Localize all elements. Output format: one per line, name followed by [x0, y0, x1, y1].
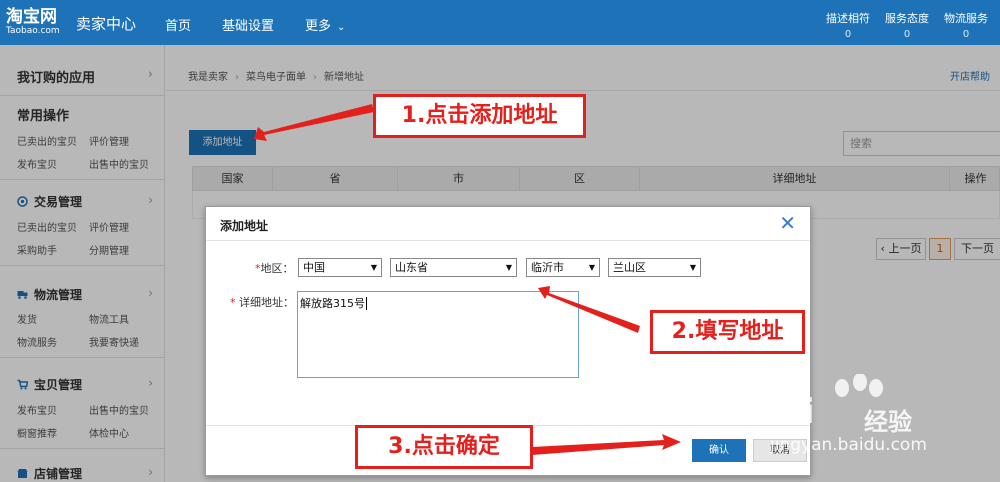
- region-label: *地区：: [255, 260, 294, 276]
- baidu-watermark: Bai 经验 jingyan.baidu.com: [752, 374, 998, 478]
- chevron-down-icon: ⌄: [337, 22, 346, 33]
- dropdown-arrow-icon: ▼: [689, 263, 696, 272]
- top-bar: 淘宝网 Taobao.com 卖家中心 首页 基础设置 更多 ⌄ 描述相符 0 服…: [0, 0, 1000, 45]
- app-title[interactable]: 卖家中心: [76, 13, 136, 34]
- watermark-brand2: 经验: [864, 408, 912, 436]
- district-value: 兰山区: [613, 261, 646, 274]
- region-label-text: 地区：: [260, 262, 294, 275]
- text-cursor: [366, 297, 367, 310]
- dropdown-arrow-icon: ▼: [588, 263, 595, 272]
- metric-description: 描述相符 0: [820, 10, 876, 40]
- dialog-title: 添加地址: [220, 219, 269, 233]
- metric-label: 服务态度: [885, 12, 929, 25]
- annotation-step1: 1.点击添加地址: [373, 94, 586, 138]
- annotation-step2: 2.填写地址: [650, 310, 805, 354]
- city-select[interactable]: 临沂市 ▼: [526, 258, 600, 277]
- country-select[interactable]: 中国 ▼: [298, 258, 382, 277]
- close-icon[interactable]: ✕: [779, 211, 796, 235]
- metric-logistics: 物流服务 0: [938, 10, 994, 40]
- city-value: 临沂市: [531, 261, 564, 274]
- nav-home[interactable]: 首页: [165, 15, 191, 34]
- logo-main-text: 淘宝网: [6, 7, 57, 27]
- nav-more[interactable]: 更多 ⌄: [305, 15, 345, 34]
- dropdown-arrow-icon: ▼: [370, 263, 377, 272]
- nav-basic-settings[interactable]: 基础设置: [222, 15, 274, 34]
- detail-address-value: 解放路315号: [300, 297, 365, 310]
- district-select[interactable]: 兰山区 ▼: [608, 258, 701, 277]
- metric-value: 0: [903, 29, 911, 40]
- dropdown-arrow-icon: ▼: [505, 263, 512, 272]
- divider: [206, 240, 810, 241]
- metric-value: 0: [844, 29, 852, 40]
- metric-value: 0: [962, 29, 970, 40]
- province-select[interactable]: 山东省 ▼: [390, 258, 517, 277]
- required-mark: *: [230, 296, 236, 309]
- logo-sub-text: Taobao.com: [6, 26, 60, 36]
- detail-label-text: 详细地址：: [239, 296, 294, 309]
- taobao-logo[interactable]: 淘宝网 Taobao.com: [6, 8, 70, 38]
- detail-label: * 详细地址：: [230, 294, 294, 310]
- nav-more-label: 更多: [305, 19, 332, 34]
- confirm-button[interactable]: 确认: [692, 439, 746, 462]
- annotation-step3: 3.点击确定: [355, 425, 533, 469]
- metric-service: 服务态度 0: [879, 10, 935, 40]
- watermark-brand: Bai: [754, 392, 815, 432]
- metric-label: 物流服务: [944, 12, 988, 25]
- province-value: 山东省: [395, 261, 428, 274]
- metric-label: 描述相符: [826, 12, 870, 25]
- watermark-url: jingyan.baidu.com: [770, 435, 927, 455]
- country-value: 中国: [303, 261, 325, 274]
- detail-address-textarea[interactable]: 解放路315号: [297, 291, 579, 378]
